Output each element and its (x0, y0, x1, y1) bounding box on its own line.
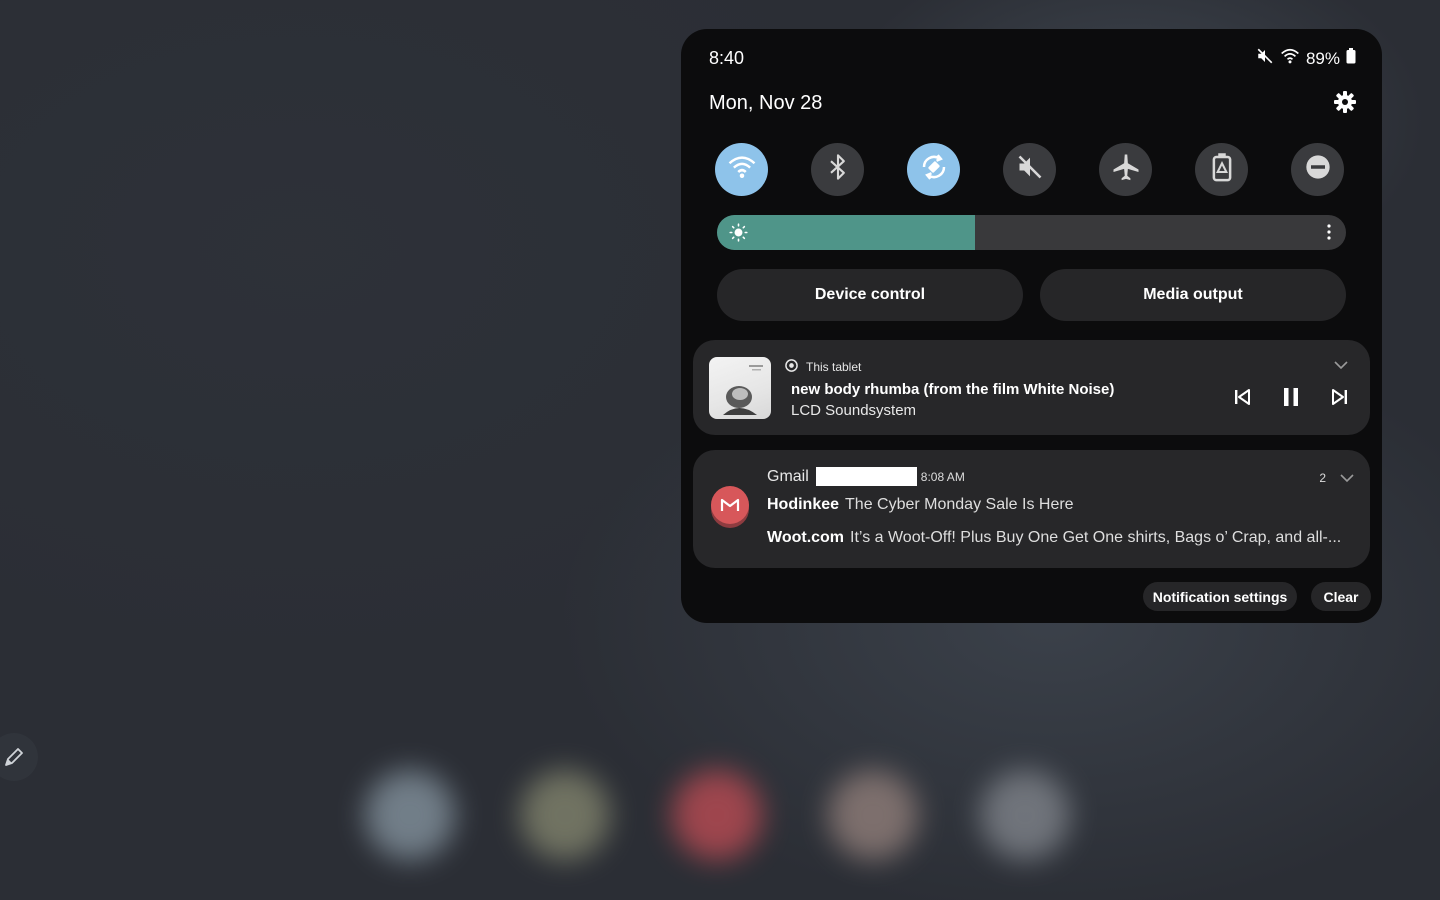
mute-icon (1016, 153, 1044, 186)
chevron-down-icon[interactable] (1340, 470, 1354, 488)
media-source-label: This tablet (806, 360, 862, 374)
sound-toggle[interactable] (1003, 143, 1056, 196)
auto-rotate-toggle[interactable] (907, 143, 960, 196)
background-app-icon (365, 770, 455, 860)
next-track-icon[interactable] (1330, 386, 1350, 408)
gmail-time: 8:08 AM (920, 469, 965, 484)
brightness-icon (729, 223, 748, 247)
message-sender: Woot.com (767, 529, 845, 546)
media-controls (1232, 386, 1350, 408)
status-time: 8:40 (709, 48, 745, 68)
background-app-icon (828, 770, 918, 860)
date-label: Mon, Nov 28 (709, 92, 823, 114)
background-app-icon (672, 770, 762, 860)
chevron-down-icon[interactable] (1334, 357, 1348, 375)
message-sender: Hodinkee (767, 496, 840, 513)
message-subject: The Cyber Monday Sale Is Here (845, 496, 1074, 513)
wifi-icon (1280, 47, 1300, 70)
album-art (709, 357, 771, 419)
airplane-mode-toggle[interactable] (1099, 143, 1152, 196)
gmail-app-name: Gmail (767, 467, 809, 485)
power-saving-icon (1211, 152, 1233, 187)
cast-icon (785, 359, 798, 375)
settings-button[interactable] (1330, 89, 1360, 119)
power-saving-toggle[interactable] (1195, 143, 1248, 196)
status-icons: 89% (1256, 47, 1356, 70)
pen-edit-icon[interactable] (0, 733, 38, 781)
gmail-message[interactable]: Hodinkee The Cyber Monday Sale Is Here (767, 496, 1074, 514)
background-app-icon (980, 770, 1070, 860)
gear-icon (1333, 90, 1357, 119)
media-track-title: new body rhumba (from the film White Noi… (791, 381, 1115, 398)
redacted-account (815, 467, 917, 486)
brightness-level-fill (717, 215, 975, 250)
media-output-button[interactable]: Media output (1040, 269, 1346, 321)
battery-icon (1346, 48, 1356, 69)
media-player-card[interactable]: This tablet new body rhumba (from the fi… (693, 340, 1370, 435)
mute-icon (1256, 47, 1274, 70)
pause-icon[interactable] (1281, 386, 1301, 408)
message-subject: It’s a Woot-Off! Plus Buy One Get One sh… (850, 529, 1342, 546)
more-options-icon[interactable] (1326, 223, 1332, 246)
clear-button[interactable]: Clear (1311, 582, 1371, 611)
airplane-icon (1111, 152, 1141, 187)
media-source: This tablet (785, 359, 861, 375)
media-artist: LCD Soundsystem (791, 402, 917, 419)
bluetooth-icon (827, 153, 849, 186)
do-not-disturb-toggle[interactable] (1291, 143, 1344, 196)
notification-count: 2 (1319, 471, 1326, 485)
background-app-icon (520, 770, 610, 860)
wifi-icon (727, 154, 757, 185)
notification-settings-button[interactable]: Notification settings (1143, 582, 1297, 611)
gmail-message[interactable]: Woot.com It’s a Woot-Off! Plus Buy One Ge… (767, 529, 1353, 547)
gmail-header: Gmail 8:08 AM (767, 467, 965, 486)
gmail-notification-card[interactable]: Gmail 8:08 AM 2 Hodinkee The Cyber Monday… (693, 450, 1370, 568)
wifi-toggle[interactable] (715, 143, 768, 196)
quick-settings-tiles (715, 143, 1344, 196)
bluetooth-toggle[interactable] (811, 143, 864, 196)
brightness-slider[interactable] (717, 215, 1346, 250)
auto-rotate-icon (919, 152, 949, 187)
device-control-button[interactable]: Device control (717, 269, 1023, 321)
previous-track-icon[interactable] (1232, 386, 1252, 408)
notification-panel: 8:40 89% Mon, Nov 28 Device control Medi… (681, 29, 1382, 623)
gmail-app-icon (711, 486, 749, 524)
do-not-disturb-icon (1304, 153, 1332, 186)
battery-text: 89% (1305, 48, 1340, 68)
